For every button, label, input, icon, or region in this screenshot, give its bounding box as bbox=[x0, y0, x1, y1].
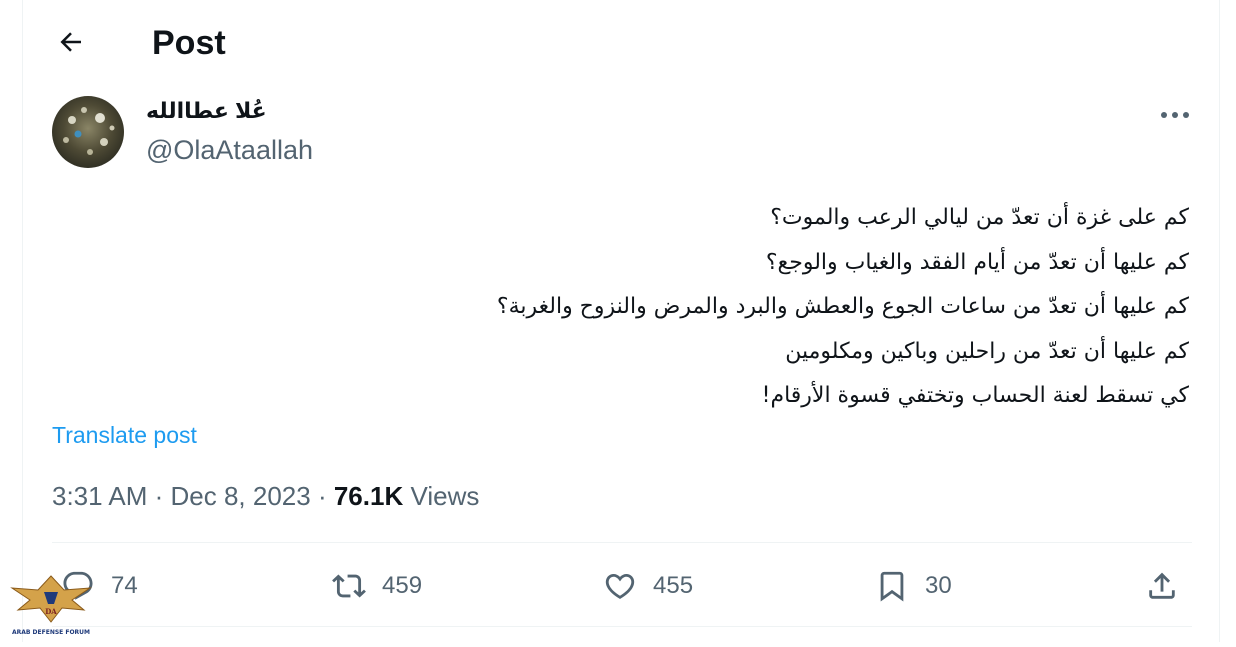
divider bbox=[52, 542, 1192, 543]
share-button[interactable] bbox=[1145, 558, 1179, 614]
views-count: 76.1K bbox=[333, 481, 404, 511]
more-dots-icon bbox=[1161, 112, 1189, 118]
like-button[interactable]: 455 bbox=[603, 558, 693, 614]
action-bar: 74 459 455 30 bbox=[23, 558, 1219, 614]
more-button[interactable] bbox=[1155, 100, 1195, 130]
repost-count: 459 bbox=[382, 572, 423, 599]
repost-button[interactable]: 459 bbox=[332, 558, 422, 614]
header-bar: Post bbox=[23, 0, 1219, 86]
post-line: كي تسقط لعنة الحساب وتختفي قسوة الأرقام! bbox=[761, 383, 1189, 408]
reply-count: 74 bbox=[111, 572, 138, 599]
post-line: كم عليها أن تعدّ من راحلين وباكين ومكلوم… bbox=[785, 338, 1189, 364]
post-line: كم على غزة أن تعدّ من ليالي الرعب والموت… bbox=[770, 205, 1189, 230]
post-meta: 3:31 AM · Dec 8, 2023 · 76.1K Views bbox=[52, 479, 479, 513]
post-text: كم على غزة أن تعدّ من ليالي الرعب والموت… bbox=[89, 196, 1189, 419]
svg-text:DA: DA bbox=[45, 607, 57, 616]
post-date[interactable]: Dec 8, 2023 bbox=[171, 481, 311, 511]
post-line: كم عليها أن تعدّ من أيام الفقد والغياب و… bbox=[765, 249, 1189, 275]
translate-post-link[interactable]: Translate post bbox=[52, 419, 197, 451]
meta-separator: · bbox=[147, 481, 171, 511]
views-label: Views bbox=[403, 481, 480, 511]
post-line: كم عليها أن تعدّ من ساعات الجوع والعطش و… bbox=[496, 294, 1189, 319]
arrow-left-icon bbox=[60, 32, 81, 52]
repost-icon bbox=[332, 574, 366, 598]
post-time[interactable]: 3:31 AM bbox=[52, 481, 147, 511]
watermark-text: ARAB DEFENSE FORUM bbox=[12, 629, 90, 636]
meta-separator: · bbox=[310, 481, 334, 511]
back-button[interactable] bbox=[51, 22, 91, 62]
bookmark-count: 30 bbox=[925, 572, 952, 599]
eagle-emblem-icon: DA ARAB DEFENSE FORUM bbox=[10, 575, 92, 636]
bookmark-icon bbox=[880, 571, 904, 602]
watermark-logo: DA ARAB DEFENSE FORUM bbox=[8, 570, 94, 642]
heart-icon bbox=[605, 573, 635, 599]
avatar-image bbox=[52, 96, 124, 168]
author-name[interactable]: عُلا عطاالله bbox=[146, 96, 267, 126]
divider bbox=[52, 626, 1192, 627]
page-title: Post bbox=[152, 24, 226, 62]
bookmark-button[interactable]: 30 bbox=[875, 558, 952, 614]
post-detail-column: Post عُلا عطاالله @OlaAtaallah كم على غز… bbox=[22, 0, 1220, 642]
author-handle[interactable]: @OlaAtaallah bbox=[146, 133, 313, 167]
share-icon bbox=[1149, 572, 1175, 599]
like-count: 455 bbox=[653, 572, 694, 599]
avatar[interactable] bbox=[52, 96, 124, 168]
